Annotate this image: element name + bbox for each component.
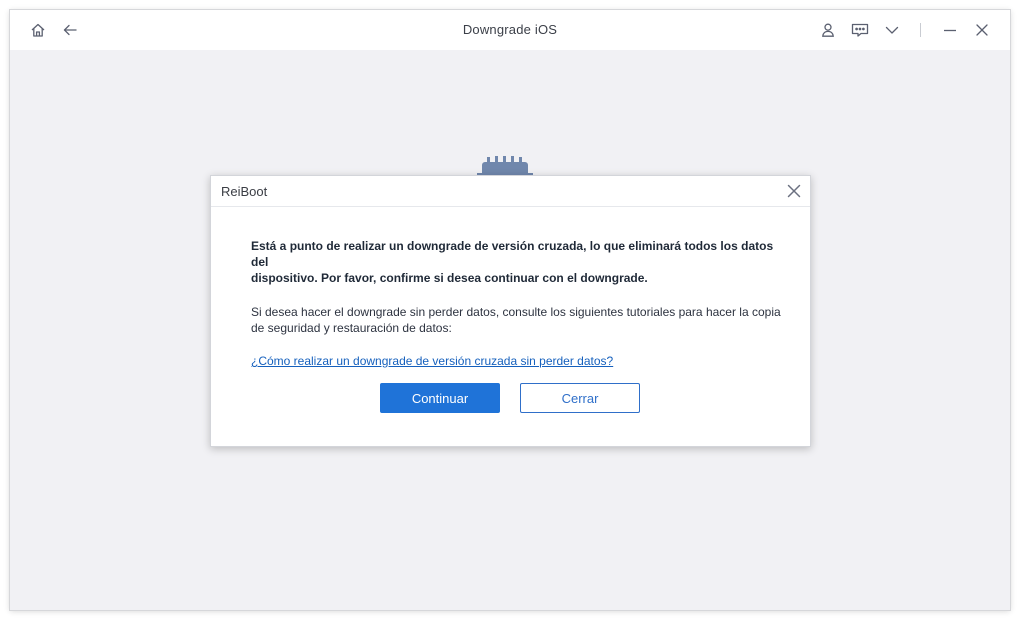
info-line-1: Si desea hacer el downgrade sin perder d… <box>251 305 781 319</box>
tutorial-link[interactable]: ¿Cómo realizar un downgrade de versión c… <box>251 354 613 368</box>
minimize-icon[interactable] <box>940 20 960 40</box>
dialog-header: ReiBoot <box>211 176 810 207</box>
dialog-body: Está a punto de realizar un downgrade de… <box>251 238 781 370</box>
dialog-close-icon[interactable] <box>787 184 801 198</box>
warning-message: Está a punto de realizar un downgrade de… <box>251 238 781 286</box>
dropdown-chevron-icon[interactable] <box>882 20 902 40</box>
title-bar: Downgrade iOS <box>10 10 1010 50</box>
info-message: Si desea hacer el downgrade sin perder d… <box>251 304 781 336</box>
titlebar-divider <box>920 23 921 37</box>
close-icon[interactable] <box>972 20 992 40</box>
dialog-title: ReiBoot <box>221 184 268 199</box>
confirm-downgrade-dialog: ReiBoot Está a punto de realizar un down… <box>210 175 811 447</box>
warning-line-1: Está a punto de realizar un downgrade de… <box>251 239 774 269</box>
continue-button[interactable]: Continuar <box>380 383 500 413</box>
info-line-2: de seguridad y restauración de datos: <box>251 321 452 335</box>
close-button[interactable]: Cerrar <box>520 383 640 413</box>
user-icon[interactable] <box>818 20 838 40</box>
feedback-icon[interactable] <box>850 20 870 40</box>
warning-line-2: dispositivo. Por favor, confirme si dese… <box>251 271 648 285</box>
app-window: Downgrade iOS ReiBoot Está a punto de re… <box>10 10 1010 610</box>
